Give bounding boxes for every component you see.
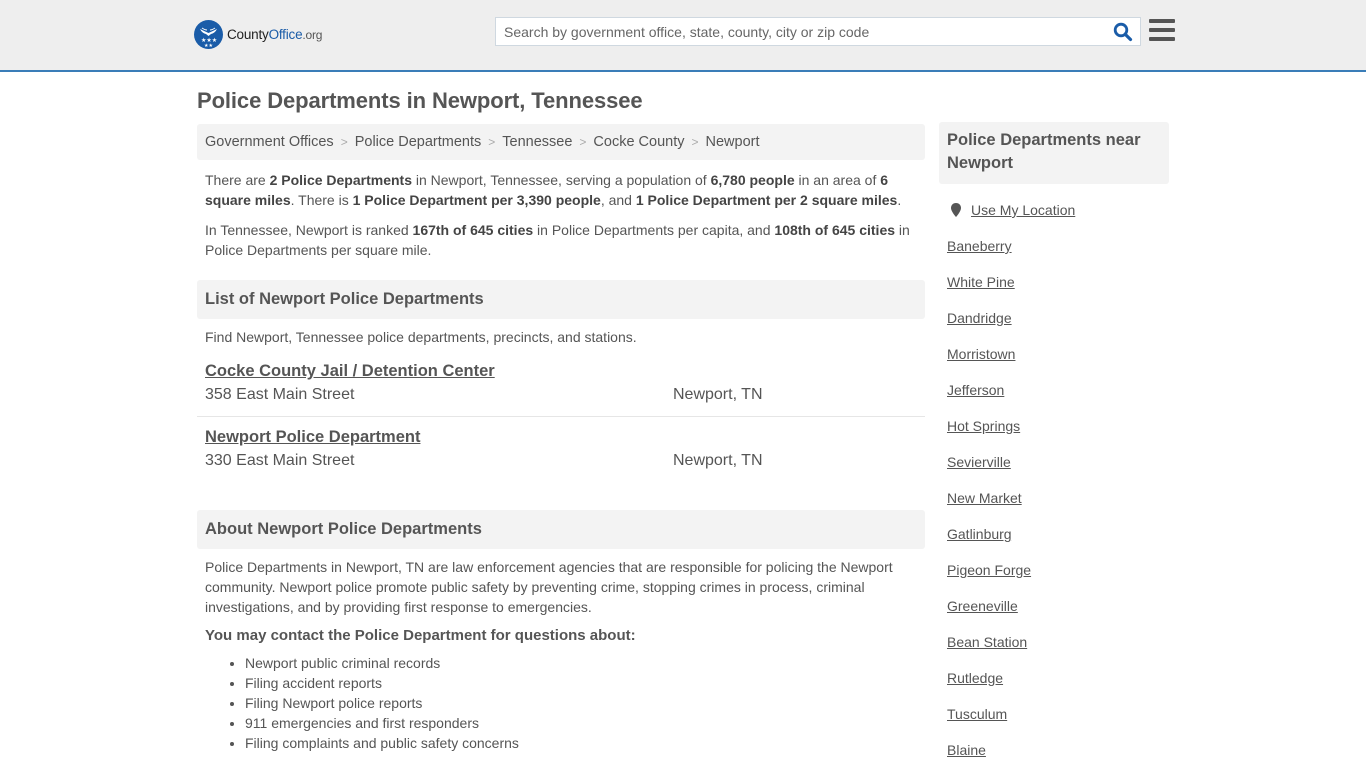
nearby-item: Rutledge xyxy=(939,660,1169,696)
list-item: Filing accident reports xyxy=(245,673,925,693)
nearby-city-link[interactable]: Greeneville xyxy=(947,598,1018,614)
list-intro: Find Newport, Tennessee police departmen… xyxy=(205,329,637,345)
breadcrumb-cocke-county[interactable]: Cocke County xyxy=(593,134,684,150)
nearby-city-link[interactable]: White Pine xyxy=(947,274,1015,290)
nearby-city-link[interactable]: Jefferson xyxy=(947,382,1004,398)
nearby-city-link[interactable]: Hot Springs xyxy=(947,418,1020,434)
department-address: 330 East Main Street xyxy=(205,452,355,469)
nearby-item: Blaine xyxy=(939,732,1169,768)
use-my-location-item: Use My Location xyxy=(939,192,1169,228)
nearby-item: Gatlinburg xyxy=(939,516,1169,552)
nearby-item: Morristown xyxy=(939,336,1169,372)
nearby-item: Jefferson xyxy=(939,372,1169,408)
per-capita-stat: 1 Police Department per 3,390 people xyxy=(352,192,601,208)
logo-county: County xyxy=(227,27,269,42)
text: in Newport, Tennessee, serving a populat… xyxy=(411,172,711,188)
nearby-item: Hot Springs xyxy=(939,408,1169,444)
main-content: Government Offices > Police Departments … xyxy=(197,124,925,753)
ranking-paragraph: In Tennessee, Newport is ranked 167th of… xyxy=(197,220,925,260)
list-item: Newport public criminal records xyxy=(245,653,925,673)
search-button[interactable] xyxy=(1106,18,1140,45)
department-city: Newport, TN xyxy=(673,386,763,403)
hamburger-menu-icon xyxy=(1149,19,1175,41)
per-area-stat: 1 Police Department per 2 square miles xyxy=(635,192,898,208)
per-area-rank: 108th of 645 cities xyxy=(774,222,896,238)
department-city: Newport, TN xyxy=(673,452,763,469)
text: in an area of xyxy=(794,172,881,188)
nearby-item: Pigeon Forge xyxy=(939,552,1169,588)
map-marker-icon xyxy=(951,203,961,217)
text: There are xyxy=(205,172,270,188)
nearby-city-link[interactable]: Bean Station xyxy=(947,634,1027,650)
sidebar-heading: Police Departments near Newport xyxy=(939,122,1169,184)
nearby-item: Sevierville xyxy=(939,444,1169,480)
nearby-city-link[interactable]: Baneberry xyxy=(947,238,1012,254)
svg-text:★★: ★★ xyxy=(204,43,213,49)
nearby-item: Bean Station xyxy=(939,624,1169,660)
nearby-city-link[interactable]: Gatlinburg xyxy=(947,526,1012,542)
nearby-city-link[interactable]: Blaine xyxy=(947,742,986,758)
use-my-location-link[interactable]: Use My Location xyxy=(971,202,1075,218)
nearby-item: White Pine xyxy=(939,264,1169,300)
nearby-city-link[interactable]: Morristown xyxy=(947,346,1015,362)
population: 6,780 people xyxy=(710,172,795,188)
search-icon xyxy=(1113,22,1133,41)
site-logo[interactable]: ★★★ ★★ CountyOffice.org xyxy=(194,20,322,49)
sidebar: Police Departments near Newport Use My L… xyxy=(939,122,1169,768)
text: In Tennessee, Newport is ranked xyxy=(205,222,413,238)
nearby-city-link[interactable]: Pigeon Forge xyxy=(947,562,1031,578)
nearby-city-link[interactable]: Dandridge xyxy=(947,310,1012,326)
list-item: Filing Newport police reports xyxy=(245,693,925,713)
list-item: Filing complaints and public safety conc… xyxy=(245,733,925,753)
nearby-city-link[interactable]: Tusculum xyxy=(947,706,1007,722)
text: in Police Departments per capita, and xyxy=(533,222,775,238)
list-item: Newport Police Department 330 East Main … xyxy=(197,416,925,481)
department-name-link[interactable]: Newport Police Department xyxy=(205,428,420,447)
logo-org: .org xyxy=(302,28,323,42)
list-item: 911 emergencies and first responders xyxy=(245,713,925,733)
text: . xyxy=(897,192,902,208)
breadcrumb-newport[interactable]: Newport xyxy=(706,134,760,150)
nearby-list: Use My Location Baneberry White Pine Dan… xyxy=(939,192,1169,768)
site-header: ★★★ ★★ CountyOffice.org xyxy=(0,0,1366,72)
nearby-item: Baneberry xyxy=(939,228,1169,264)
list-section-heading: List of Newport Police Departments xyxy=(197,280,925,319)
nearby-item: Dandridge xyxy=(939,300,1169,336)
breadcrumb: Government Offices > Police Departments … xyxy=(197,124,925,160)
department-name-link[interactable]: Cocke County Jail / Detention Center xyxy=(205,362,495,381)
nearby-city-link[interactable]: Rutledge xyxy=(947,670,1003,686)
nearby-item: Tusculum xyxy=(939,696,1169,732)
search-bar xyxy=(495,17,1141,46)
about-section-heading: About Newport Police Departments xyxy=(197,510,925,549)
page-title: Police Departments in Newport, Tennessee xyxy=(197,88,643,113)
nearby-city-link[interactable]: New Market xyxy=(947,490,1022,506)
breadcrumb-separator: > xyxy=(579,135,587,149)
logo-wordmark: CountyOffice.org xyxy=(227,27,322,42)
contact-heading: You may contact the Police Department fo… xyxy=(205,627,636,644)
breadcrumb-separator: > xyxy=(340,135,348,149)
search-input[interactable] xyxy=(496,18,1106,45)
list-item: Cocke County Jail / Detention Center 358… xyxy=(197,351,925,416)
breadcrumb-government-offices[interactable]: Government Offices xyxy=(205,134,334,150)
about-text: Police Departments in Newport, TN are la… xyxy=(205,559,893,615)
eagle-stars-logo-icon: ★★★ ★★ xyxy=(194,20,223,49)
nearby-city-link[interactable]: Sevierville xyxy=(947,454,1011,470)
dept-count: 2 Police Departments xyxy=(269,172,412,188)
breadcrumb-separator: > xyxy=(691,135,699,149)
summary-paragraph: There are 2 Police Departments in Newpor… xyxy=(197,170,925,210)
breadcrumb-tennessee[interactable]: Tennessee xyxy=(502,134,572,150)
contact-topics-list: Newport public criminal records Filing a… xyxy=(197,653,925,753)
breadcrumb-separator: > xyxy=(488,135,496,149)
breadcrumb-police-departments[interactable]: Police Departments xyxy=(355,134,482,150)
nearby-item: New Market xyxy=(939,480,1169,516)
hamburger-menu-button[interactable] xyxy=(1149,19,1175,43)
nearby-item: Greeneville xyxy=(939,588,1169,624)
logo-office: Office xyxy=(268,27,303,42)
per-capita-rank: 167th of 645 cities xyxy=(412,222,534,238)
text: , and xyxy=(600,192,636,208)
department-address: 358 East Main Street xyxy=(205,386,355,403)
text: . There is xyxy=(290,192,353,208)
